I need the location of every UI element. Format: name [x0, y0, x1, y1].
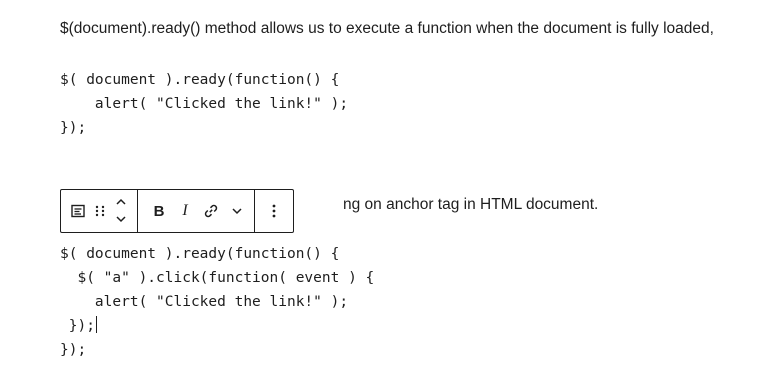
drag-handle-icon: [94, 204, 106, 218]
chevron-down-icon: [231, 206, 243, 216]
text-caret: [95, 316, 97, 333]
link-button[interactable]: [200, 195, 222, 227]
options-group: [255, 190, 293, 232]
more-rich-text-button[interactable]: [226, 195, 248, 227]
code-line: });: [60, 120, 87, 136]
block-mover: [111, 195, 131, 227]
code-block-2[interactable]: $( document ).ready(function() { $( "a" …: [60, 242, 374, 362]
code-block-icon: [70, 203, 86, 219]
chevron-down-icon: [116, 216, 126, 223]
code-line: $( document ).ready(function() {: [60, 246, 340, 262]
bold-label: B: [153, 202, 165, 220]
link-icon: [203, 203, 219, 219]
block-type-button[interactable]: [67, 195, 89, 227]
options-button[interactable]: [263, 195, 285, 227]
code-line: $( document ).ready(function() {: [60, 72, 340, 88]
block-toolbar: B I: [60, 189, 294, 233]
bold-button[interactable]: B: [148, 195, 170, 227]
code-line: alert( "Clicked the link!" );: [60, 96, 349, 112]
italic-button[interactable]: I: [174, 195, 196, 227]
chevron-up-icon: [116, 198, 126, 205]
format-group: B I: [138, 190, 255, 232]
italic-label: I: [182, 202, 188, 219]
block-tools-group: [61, 190, 138, 232]
intro-paragraph[interactable]: $(document).ready() method allows us to …: [60, 18, 714, 40]
code-line-text: });: [60, 318, 95, 334]
vertical-ellipsis-icon: [271, 203, 277, 219]
drag-handle-button[interactable]: [89, 195, 111, 227]
move-down-button[interactable]: [115, 211, 127, 229]
partial-paragraph[interactable]: ng on anchor tag in HTML document.: [343, 194, 598, 216]
code-line: $( "a" ).click(function( event ) {: [60, 270, 375, 286]
code-block-1[interactable]: $( document ).ready(function() { alert( …: [60, 68, 348, 140]
code-line: });: [60, 342, 87, 358]
code-line-with-caret: });: [60, 314, 374, 338]
code-line: alert( "Clicked the link!" );: [60, 294, 349, 310]
move-up-button[interactable]: [115, 193, 127, 211]
